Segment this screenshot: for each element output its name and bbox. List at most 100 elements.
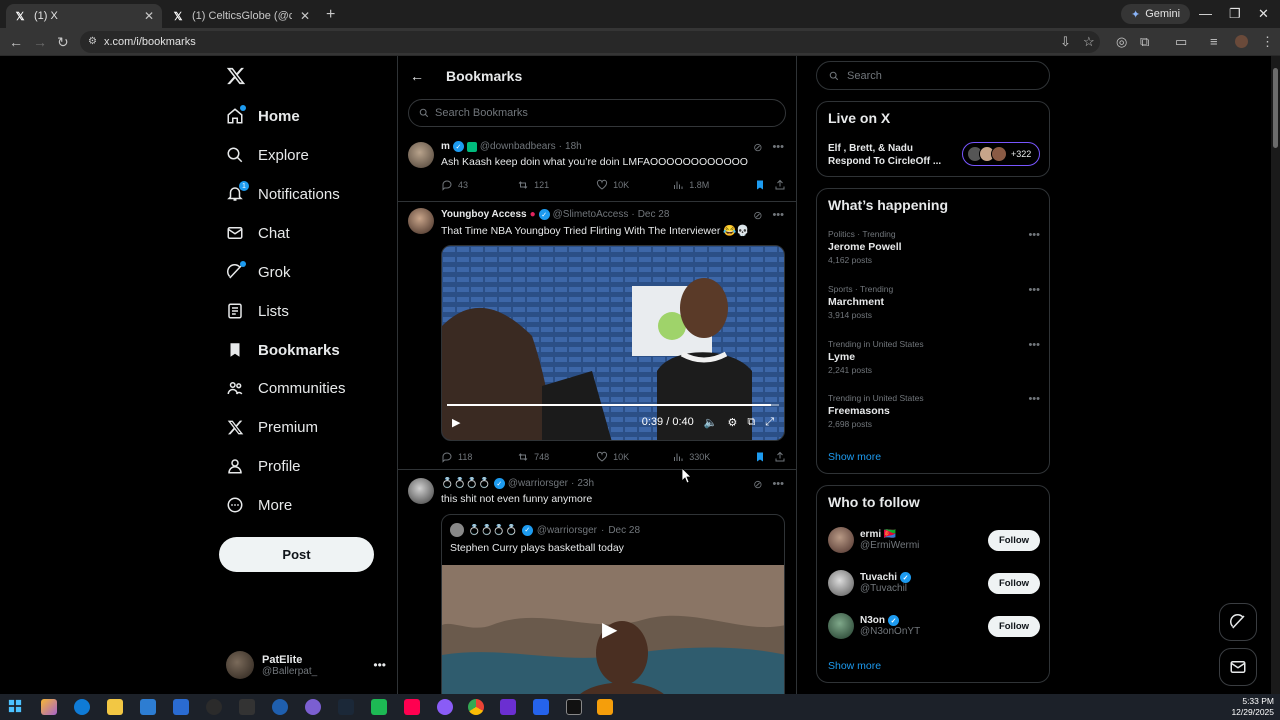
app-icon[interactable] — [272, 699, 288, 715]
bookmark-star-icon[interactable]: ☆ — [1083, 34, 1095, 50]
app-icon[interactable] — [206, 699, 222, 715]
trend-item[interactable]: Trending in United States Freemasons 2,6… — [828, 393, 1040, 429]
fullscreen-icon[interactable]: ⤢ — [765, 416, 774, 429]
post-button[interactable]: Post — [219, 537, 374, 572]
scrollbar-thumb[interactable] — [1273, 68, 1278, 148]
edge-icon[interactable] — [74, 699, 90, 715]
more-dots-icon[interactable]: ••• — [1028, 229, 1040, 241]
nav-grok[interactable]: Grok — [226, 257, 291, 287]
nav-communities[interactable]: Communities — [226, 373, 346, 403]
tweet-handle[interactable]: @SlimetoAccess — [553, 209, 629, 220]
follow-button[interactable]: Follow — [988, 572, 1040, 594]
nav-notifications[interactable]: 1 Notifications — [226, 179, 340, 209]
x-logo-icon[interactable] — [226, 66, 248, 88]
more-dots-icon[interactable]: ••• — [1028, 339, 1040, 351]
back-arrow-icon[interactable]: ← — [410, 68, 424, 84]
tweet-handle[interactable]: @warriorsger — [508, 478, 568, 489]
close-tab-icon[interactable]: ✕ — [144, 9, 154, 23]
repost-button[interactable]: 748 — [517, 451, 596, 463]
tweet[interactable]: Youngboy Access ● ✓ @SlimetoAccess · Dec… — [398, 203, 796, 470]
site-info-icon[interactable]: ⚙ — [88, 36, 97, 47]
play-icon[interactable]: ▶ — [452, 416, 460, 429]
quoted-tweet[interactable]: 💍💍💍💍 ✓ @warriorsger · Dec 28 Stephen Cur… — [441, 514, 785, 694]
tiktok-icon[interactable] — [404, 699, 420, 715]
app-icon[interactable] — [597, 699, 613, 715]
more-dots-icon[interactable]: ••• — [1028, 393, 1040, 405]
close-tab-icon[interactable]: ✕ — [300, 9, 310, 23]
nav-home[interactable]: Home — [226, 101, 300, 131]
share-button[interactable] — [774, 451, 786, 463]
minimize-icon[interactable]: — — [1199, 6, 1212, 21]
avatar[interactable] — [408, 208, 434, 234]
avatar[interactable] — [408, 142, 434, 168]
close-window-icon[interactable]: ✕ — [1258, 6, 1269, 22]
follow-suggestion[interactable]: N3on ✓ @N3onOnYT Follow — [828, 611, 1040, 641]
install-icon[interactable]: ⇩ — [1060, 34, 1071, 50]
nav-chat[interactable]: Chat — [226, 218, 290, 248]
show-more-link[interactable]: Show more — [828, 451, 881, 463]
share-button[interactable] — [774, 179, 786, 191]
follow-suggestion[interactable]: ermi 🇪🇷 @ErmiWermi Follow — [828, 525, 1040, 555]
app-icon[interactable] — [437, 699, 453, 715]
media-icon[interactable]: ≡ — [1210, 34, 1218, 49]
tweet[interactable]: m ✓ @downbadbears · 18h ⊘ ••• Ash Kaash … — [398, 140, 796, 202]
trend-item[interactable]: Sports · Trending Marchment 3,914 posts … — [828, 284, 1040, 320]
windows-start-icon[interactable] — [8, 699, 24, 715]
bookmarks-search-input[interactable]: Search Bookmarks — [408, 99, 786, 127]
grok-tweet-icon[interactable]: ⊘ — [753, 141, 762, 154]
pip-icon[interactable]: ⧉ — [747, 416, 755, 429]
tweet-display-name[interactable]: 💍💍💍💍 — [441, 478, 491, 489]
sidepanel-icon[interactable]: ▭ — [1175, 34, 1187, 50]
like-button[interactable]: 10K — [596, 179, 672, 191]
gemini-button[interactable]: ✦ Gemini — [1121, 4, 1191, 24]
menu-kebab-icon[interactable]: ⋮ — [1261, 34, 1274, 50]
account-switcher[interactable]: PatElite @Ballerpat_ ••• — [226, 648, 386, 682]
follow-button[interactable]: Follow — [988, 615, 1040, 637]
discord-icon[interactable] — [305, 699, 321, 715]
grok-fab-button[interactable] — [1219, 603, 1257, 641]
copilot-icon[interactable] — [41, 699, 57, 715]
show-more-link[interactable]: Show more — [828, 660, 881, 672]
file-explorer-icon[interactable] — [107, 699, 123, 715]
follow-suggestion[interactable]: Tuvachi ✓ @Tuvachil Follow — [828, 568, 1040, 598]
restore-icon[interactable]: ❐ — [1229, 6, 1241, 22]
app-icon[interactable] — [566, 699, 582, 715]
reload-icon[interactable]: ↻ — [57, 34, 69, 51]
nav-explore[interactable]: Explore — [226, 140, 309, 170]
tweet-display-name[interactable]: Youngboy Access — [441, 209, 527, 220]
back-nav-icon[interactable]: ← — [9, 34, 23, 50]
quote-video[interactable]: ▶ — [442, 565, 784, 694]
repost-button[interactable]: 121 — [517, 179, 596, 191]
live-listeners-pill[interactable]: +322 — [962, 142, 1040, 166]
search-input[interactable]: Search — [816, 61, 1050, 90]
volume-icon[interactable]: 🔈 — [704, 416, 718, 429]
tweet-more-icon[interactable]: ••• — [772, 141, 784, 154]
bookmark-button[interactable] — [754, 179, 774, 191]
follow-button[interactable]: Follow — [988, 529, 1040, 551]
like-button[interactable]: 10K — [596, 451, 672, 463]
nav-lists[interactable]: Lists — [226, 296, 289, 326]
avatar[interactable] — [408, 478, 434, 504]
grok-tweet-icon[interactable]: ⊘ — [753, 209, 762, 222]
tweet-time[interactable]: 23h — [577, 478, 594, 489]
forward-nav-icon[interactable]: → — [33, 34, 47, 50]
new-tab-button[interactable]: + — [326, 6, 335, 24]
tweet-display-name[interactable]: m — [441, 141, 450, 152]
tweet-handle[interactable]: @downbadbears — [480, 141, 556, 152]
tweet-time[interactable]: 18h — [565, 141, 582, 152]
messages-fab-button[interactable] — [1219, 648, 1257, 686]
chrome-icon[interactable] — [468, 699, 484, 715]
tweet-more-icon[interactable]: ••• — [772, 478, 784, 491]
tweet-video[interactable]: ▶ 0:39 / 0:40 🔈 ⚙ ⧉ ⤢ — [441, 245, 785, 441]
store-icon[interactable] — [140, 699, 156, 715]
system-clock[interactable]: 5:33 PM 12/29/2025 — [1231, 696, 1274, 718]
nav-bookmarks[interactable]: Bookmarks — [226, 335, 340, 365]
puzzle-icon[interactable]: ⧉ — [1140, 34, 1149, 50]
tweet[interactable]: 💍💍💍💍 ✓ @warriorsger · 23h ⊘ ••• this shi… — [398, 471, 796, 694]
reply-button[interactable]: 43 — [441, 179, 517, 191]
app-icon[interactable] — [533, 699, 549, 715]
live-space-title[interactable]: Elf , Brett, & Nadu Respond To CircleOff… — [828, 142, 948, 168]
bookmark-button[interactable] — [754, 451, 774, 463]
reply-button[interactable]: 118 — [441, 451, 517, 463]
profile-avatar-icon[interactable] — [1235, 35, 1248, 48]
